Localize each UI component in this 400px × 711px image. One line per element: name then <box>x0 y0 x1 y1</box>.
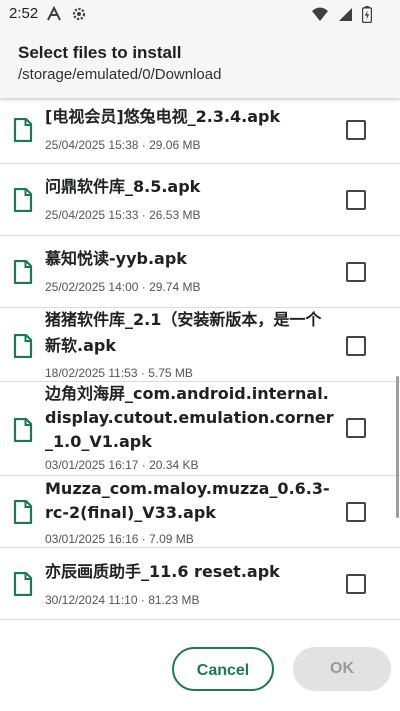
dialog-title: Select files to install <box>18 43 182 62</box>
status-icons-left <box>46 6 87 25</box>
file-list[interactable]: [电视会员]悠兔电视_2.3.4.apk 25/04/2025 15:38 · … <box>0 98 400 620</box>
file-meta: 25/04/2025 15:38 · 29.06 MB <box>45 138 201 152</box>
file-list-item[interactable]: 慕知悦读-yyb.apk 25/02/2025 14:00 · 29.74 MB <box>0 236 400 308</box>
file-meta: 18/02/2025 11:53 · 5.75 MB <box>45 366 193 380</box>
file-checkbox[interactable] <box>346 418 366 438</box>
file-meta: 03/01/2025 16:17 · 20.34 KB <box>45 458 199 472</box>
file-name: 亦辰画质助手_11.6 reset.apk <box>45 562 280 581</box>
file-checkbox[interactable] <box>346 120 366 140</box>
file-list-item[interactable]: 问鼎软件库_8.5.apk 25/04/2025 15:33 · 26.53 M… <box>0 164 400 236</box>
battery-icon <box>362 6 372 23</box>
scrollbar[interactable] <box>396 376 399 518</box>
ok-button[interactable]: OK <box>293 647 391 691</box>
file-list-item[interactable]: 边角刘海屏_com.android.internal.display.cutou… <box>0 382 400 476</box>
file-name: 慕知悦读-yyb.apk <box>45 249 187 268</box>
dialog-header: Select files to install /storage/emulate… <box>0 30 400 98</box>
file-name: Muzza_com.maloy.muzza_0.6.3-rc-2(final)_… <box>45 479 330 522</box>
file-meta: 03/01/2025 16:16 · 7.09 MB <box>45 532 194 546</box>
file-list-item[interactable]: [电视会员]悠兔电视_2.3.4.apk 25/04/2025 15:38 · … <box>0 98 400 164</box>
file-name: 边角刘海屏_com.android.internal.display.cutou… <box>45 384 334 451</box>
wifi-icon <box>311 7 328 21</box>
file-icon <box>13 118 33 142</box>
file-icon <box>13 334 33 358</box>
cellular-signal-icon <box>338 8 352 21</box>
file-name: [电视会员]悠兔电视_2.3.4.apk <box>45 107 281 126</box>
file-list-item[interactable]: 亦辰画质助手_11.6 reset.apk 30/12/2024 11:10 ·… <box>0 548 400 620</box>
status-time: 2:52 <box>9 5 39 22</box>
file-meta: 30/12/2024 11:10 · 81.23 MB <box>45 593 200 607</box>
gear-icon <box>72 7 86 21</box>
file-icon <box>13 260 33 284</box>
directory-path: /storage/emulated/0/Download <box>18 66 222 83</box>
file-list-item[interactable]: 猪猪软件库_2.1（安装新版本，是一个新软.apk 18/02/2025 11:… <box>0 308 400 382</box>
file-icon <box>13 500 33 524</box>
file-name: 猪猪软件库_2.1（安装新版本，是一个新软.apk <box>45 310 322 355</box>
cancel-button[interactable]: Cancel <box>172 647 274 691</box>
file-list-item[interactable]: Muzza_com.maloy.muzza_0.6.3-rc-2(final)_… <box>0 476 400 548</box>
file-name: 问鼎软件库_8.5.apk <box>45 177 201 196</box>
font-a-icon <box>47 6 61 21</box>
status-bar: 2:52 <box>0 0 400 30</box>
file-checkbox[interactable] <box>346 574 366 594</box>
file-checkbox[interactable] <box>346 262 366 282</box>
file-icon <box>13 188 33 212</box>
file-checkbox[interactable] <box>346 502 366 522</box>
file-checkbox[interactable] <box>346 336 366 356</box>
file-icon <box>13 572 33 596</box>
dialog-footer: Cancel OK <box>0 620 400 711</box>
file-checkbox[interactable] <box>346 190 366 210</box>
status-icons-right <box>311 6 372 25</box>
file-meta: 25/04/2025 15:33 · 26.53 MB <box>45 208 201 222</box>
file-icon <box>13 418 33 442</box>
file-meta: 25/02/2025 14:00 · 29.74 MB <box>45 280 201 294</box>
